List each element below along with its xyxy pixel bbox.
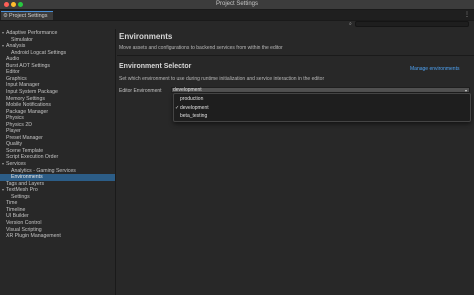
sidebar-item-analysis[interactable]: ▾ Analysis	[0, 43, 115, 50]
sidebar-item-label: Editor	[6, 69, 20, 76]
sidebar-item-label: Time	[6, 200, 18, 207]
sidebar-item-label: Settings	[11, 193, 30, 200]
sidebar-item-label: Preset Manager	[6, 134, 43, 141]
sidebar-item-burst-aot-settings[interactable]: Burst AOT Settings	[0, 63, 115, 70]
sidebar-item-package-manager[interactable]: Package Manager	[0, 109, 115, 116]
title-bar: Project Settings	[0, 0, 474, 10]
expand-caret-icon[interactable]: ▾	[2, 161, 4, 168]
sidebar-item-timeline[interactable]: Timeline	[0, 207, 115, 214]
sidebar-item-label: Memory Settings	[6, 95, 45, 102]
sidebar-item-script-execution-order[interactable]: Script Execution Order	[0, 154, 115, 161]
section-description: Set which environment to use during runt…	[119, 76, 325, 82]
sidebar-item-label: UI Builder	[6, 213, 29, 220]
sidebar-item-label: Environments	[11, 174, 43, 181]
sidebar-item-textmesh-pro[interactable]: ▾ TextMesh Pro	[0, 187, 115, 194]
sidebar-item-label: Analytics - Gaming Services	[11, 167, 76, 174]
sidebar-item-physics[interactable]: Physics	[0, 115, 115, 122]
tab-project-settings[interactable]: ⚙Project Settings	[1, 11, 53, 20]
sidebar-item-time[interactable]: Time	[0, 200, 115, 207]
sidebar-item-label: Analysis	[6, 43, 26, 50]
menu-item-production[interactable]: production	[174, 95, 470, 103]
sidebar-item-editor[interactable]: Editor	[0, 69, 115, 76]
sidebar-item-input-manager[interactable]: Input Manager	[0, 82, 115, 89]
expand-caret-icon[interactable]: ▾	[2, 30, 4, 37]
sidebar-item-graphics[interactable]: Graphics	[0, 76, 115, 83]
sidebar-item-ui-builder[interactable]: UI Builder	[0, 213, 115, 220]
menu-item-beta-testing[interactable]: beta_testing	[174, 112, 470, 120]
editor-environment-label: Editor Environment	[119, 88, 162, 94]
expand-caret-icon[interactable]: ▾	[2, 187, 4, 194]
sidebar-item-memory-settings[interactable]: Memory Settings	[0, 96, 115, 103]
sidebar-item-label: Graphics	[6, 75, 27, 82]
menu-item-development[interactable]: ✓ development	[174, 104, 470, 112]
manage-environments-link[interactable]: Manage environments	[410, 66, 459, 72]
sidebar-item-player[interactable]: Player	[0, 128, 115, 135]
window-title: Project Settings	[215, 1, 259, 7]
sidebar-item-label: Version Control	[6, 219, 42, 226]
expand-caret-icon[interactable]: ▾	[2, 43, 4, 50]
sidebar-item-tags-and-layers[interactable]: Tags and Layers	[0, 181, 115, 188]
sidebar-item-label: Quality	[6, 141, 23, 148]
sidebar-item-environments[interactable]: Environments	[0, 174, 115, 181]
menu-item-label: development	[180, 104, 209, 111]
sidebar-item-adaptive-performance[interactable]: ▾ Adaptive Performance	[0, 30, 115, 37]
sidebar-item-label: XR Plugin Management	[6, 233, 61, 240]
sidebar-item-label: Burst AOT Settings	[6, 62, 51, 69]
sidebar-item-label: Audio	[6, 56, 20, 63]
sidebar-item-label: TextMesh Pro	[6, 187, 38, 194]
gear-icon: ⚙	[3, 13, 8, 19]
menu-item-label: production	[180, 96, 204, 102]
sidebar-item-physics-2d[interactable]: Physics 2D	[0, 122, 115, 129]
sidebar-item-android-logcat-settings[interactable]: Android Logcat Settings	[0, 50, 115, 57]
sidebar-item-label: Services	[6, 161, 26, 167]
tab-bar: ⚙Project Settings ⋮	[0, 10, 474, 21]
section-title: Environment Selector	[119, 63, 192, 70]
sidebar-item-preset-manager[interactable]: Preset Manager	[0, 135, 115, 142]
search-bar: ⌕	[0, 21, 474, 29]
menu-item-label: beta_testing	[180, 113, 208, 119]
page-description: Move assets and configurations to backen…	[119, 45, 283, 51]
sidebar-item-label: Player	[6, 128, 21, 135]
sidebar-item-label: Scene Template	[6, 147, 44, 154]
sidebar-item-input-system-package[interactable]: Input System Package	[0, 89, 115, 96]
sidebar-item-audio[interactable]: Audio	[0, 56, 115, 63]
search-input[interactable]	[355, 21, 469, 27]
sidebar-item-label: Mobile Notifications	[6, 102, 51, 109]
sidebar-item-mobile-notifications[interactable]: Mobile Notifications	[0, 102, 115, 109]
environment-menu: production ✓ development beta_testing	[173, 93, 471, 122]
more-menu-icon[interactable]: ⋮	[464, 11, 470, 18]
sidebar-item-visual-scripting[interactable]: Visual Scripting	[0, 227, 115, 234]
sidebar-item-quality[interactable]: Quality	[0, 141, 115, 148]
settings-sidebar: ▾ Adaptive Performance Simulator ▾ Analysis A…	[0, 29, 116, 295]
sidebar-item-services[interactable]: ▾ Services	[0, 161, 115, 168]
sidebar-item-xr-plugin-management[interactable]: XR Plugin Management	[0, 233, 115, 240]
sidebar-item-label: Android Logcat Settings	[11, 49, 67, 56]
sidebar-item-label: Timeline	[6, 206, 26, 213]
sidebar-item-analytics-gaming-services[interactable]: Analytics - Gaming Services	[0, 168, 115, 175]
sidebar-item-label: Input Manager	[6, 82, 40, 89]
search-icon: ⌕	[349, 21, 352, 27]
sidebar-item-label: Physics	[6, 115, 24, 122]
sidebar-item-label: Visual Scripting	[6, 226, 42, 233]
sidebar-item-label: Script Execution Order	[6, 154, 59, 161]
checkmark-icon: ✓	[175, 104, 180, 111]
sidebar-item-label: Physics 2D	[6, 121, 32, 128]
divider	[117, 55, 474, 56]
sidebar-item-label: Input System Package	[6, 88, 58, 95]
sidebar-item-label: Tags and Layers	[6, 180, 45, 187]
tab-label: Project Settings	[8, 13, 48, 19]
sidebar-item-label: Adaptive Performance	[6, 30, 58, 36]
main-panel: Environments Move assets and configurati…	[117, 29, 474, 295]
sidebar-item-simulator[interactable]: Simulator	[0, 37, 115, 44]
sidebar-item-settings[interactable]: Settings	[0, 194, 115, 201]
sidebar-item-scene-template[interactable]: Scene Template	[0, 148, 115, 155]
page-title: Environments	[119, 32, 173, 41]
sidebar-item-label: Package Manager	[6, 108, 49, 115]
sidebar-item-label: Simulator	[11, 36, 33, 43]
sidebar-item-version-control[interactable]: Version Control	[0, 220, 115, 227]
